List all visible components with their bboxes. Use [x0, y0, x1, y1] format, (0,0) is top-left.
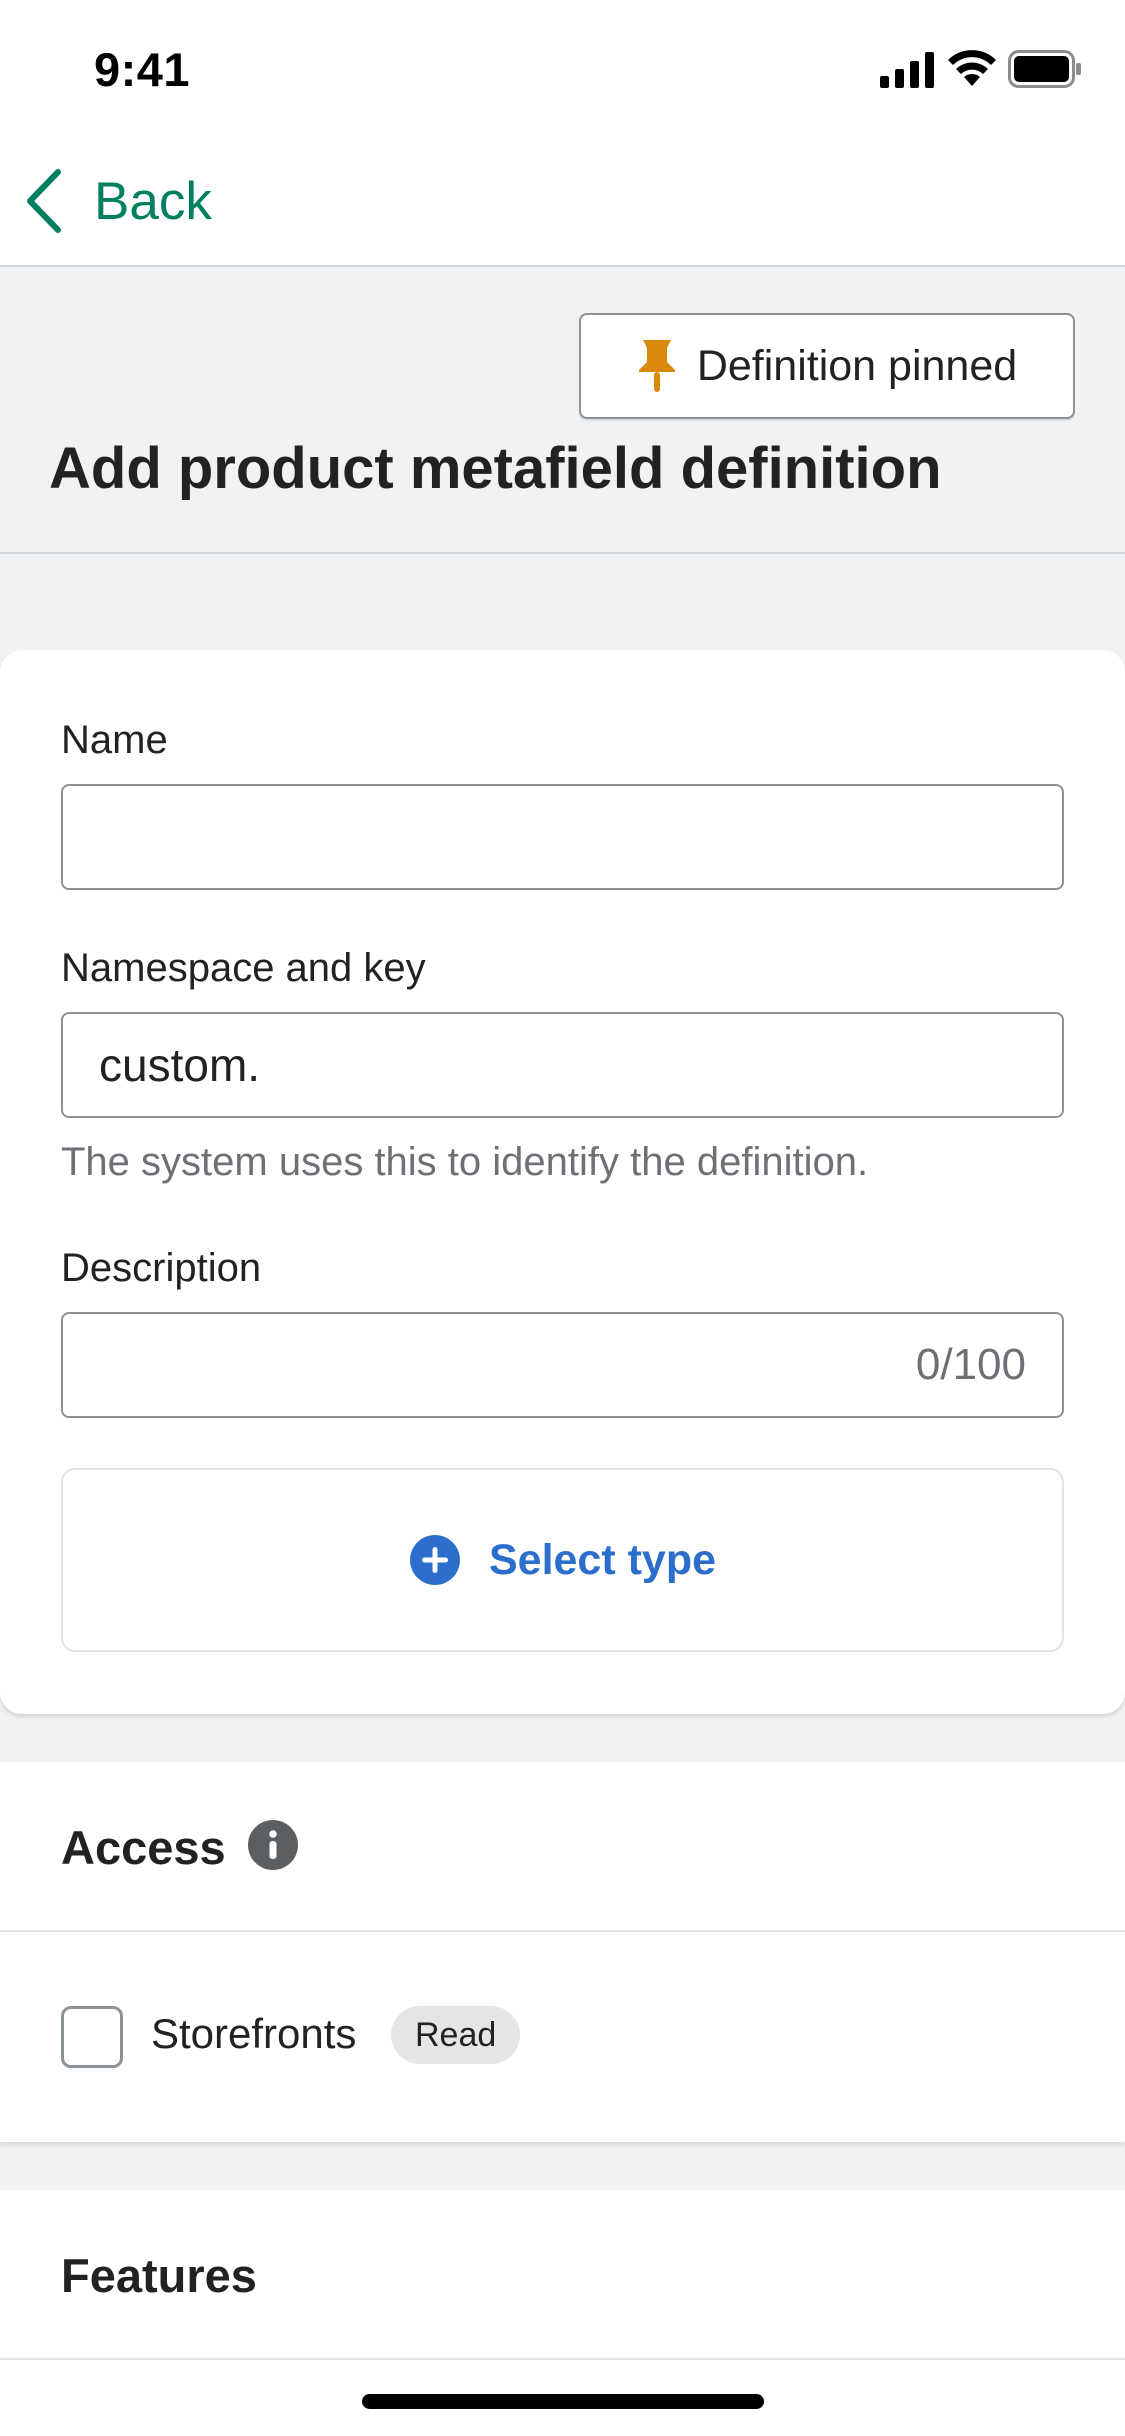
- features-divider: [0, 2358, 1125, 2360]
- select-type-button[interactable]: Select type: [61, 1468, 1064, 1652]
- description-character-counter: 0/100: [915, 1340, 1026, 1389]
- read-badge: Read: [391, 2006, 521, 2064]
- select-type-label: Select type: [488, 1535, 717, 1584]
- access-section: Access Storefronts Read: [0, 1762, 1125, 2142]
- page-title: Add product metafield definition: [49, 436, 942, 501]
- name-input[interactable]: [61, 784, 1064, 890]
- page-header: Definition pinned Add product metafield …: [0, 267, 1125, 554]
- navigation-bar: Back: [0, 135, 1125, 267]
- battery-icon: [1008, 50, 1081, 88]
- definition-form-card: Name Namespace and key custom. The syste…: [0, 650, 1125, 1714]
- namespace-key-label: Namespace and key: [61, 946, 426, 990]
- storefronts-checkbox[interactable]: [61, 2006, 123, 2068]
- plus-circle-icon: [409, 1535, 460, 1585]
- signal-icon: [880, 52, 934, 88]
- access-divider: [0, 1930, 1125, 1932]
- pushpin-icon: [638, 340, 675, 392]
- wifi-icon: [948, 50, 996, 86]
- description-label: Description: [61, 1246, 262, 1290]
- name-label: Name: [61, 718, 168, 762]
- access-title: Access: [61, 1821, 226, 1874]
- status-bar: 9:41: [0, 0, 1125, 135]
- chevron-left-icon: [27, 169, 61, 233]
- info-icon[interactable]: [248, 1820, 298, 1870]
- back-button[interactable]: Back: [24, 161, 212, 241]
- definition-pinned-button[interactable]: Definition pinned: [579, 313, 1075, 419]
- namespace-key-input[interactable]: custom.: [61, 1012, 1064, 1118]
- storefronts-label[interactable]: Storefronts: [151, 2010, 356, 2058]
- status-time: 9:41: [94, 43, 191, 96]
- features-title: Features: [61, 2249, 257, 2302]
- home-indicator: [362, 2394, 764, 2409]
- description-input[interactable]: 0/100: [61, 1312, 1064, 1418]
- namespace-help-text: The system uses this to identify the def…: [61, 1140, 869, 1184]
- definition-pinned-label: Definition pinned: [696, 341, 1018, 390]
- back-label: Back: [94, 171, 212, 231]
